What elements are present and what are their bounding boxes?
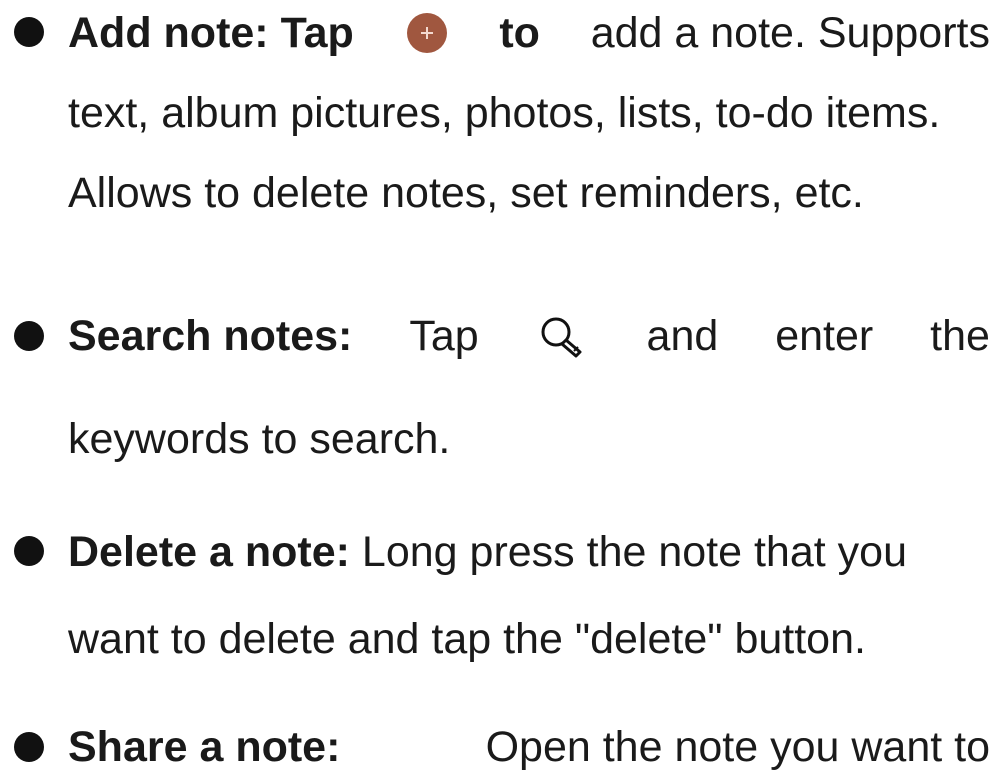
add-note-text-1: add a note. Supports [590,9,990,57]
share-note-text-1: Open the note you want to [485,723,990,771]
search-notes-tap: Tap [409,312,479,360]
plus-circle-icon [406,13,447,53]
bullet-delete-note [14,536,44,566]
bullet-search-notes [14,321,44,351]
add-note-line-3: Allows to delete notes, set reminders, e… [68,169,864,217]
share-note-title: Share a note: [68,723,341,771]
search-notes-line-1: Search notes: Tap and enter the [68,311,990,361]
search-icon [541,317,582,358]
delete-note-title: Delete a note: [68,528,350,576]
bullet-add-note [14,17,44,47]
share-note-line-1: Share a note: Open the note you want to [68,722,990,772]
bullet-share-note [14,732,44,762]
search-notes-word-enter: enter [775,312,874,360]
add-note-title-after: to [499,9,540,57]
delete-note-text-1: Long press the note that you [361,528,907,576]
add-note-title: Add note: Tap [68,9,354,57]
search-notes-word-the: the [930,312,990,360]
delete-note-line-1: Delete a note: Long press the note that … [68,527,907,577]
search-notes-title: Search notes: [68,312,353,360]
search-notes-line-2: keywords to search. [68,415,451,463]
add-note-line-1: Add note: Tap to add a note. Supports [68,8,990,58]
delete-note-line-2: want to delete and tap the "delete" butt… [68,615,866,663]
add-note-line-2: text, album pictures, photos, lists, to-… [68,89,941,137]
search-notes-word-and: and [646,312,719,360]
